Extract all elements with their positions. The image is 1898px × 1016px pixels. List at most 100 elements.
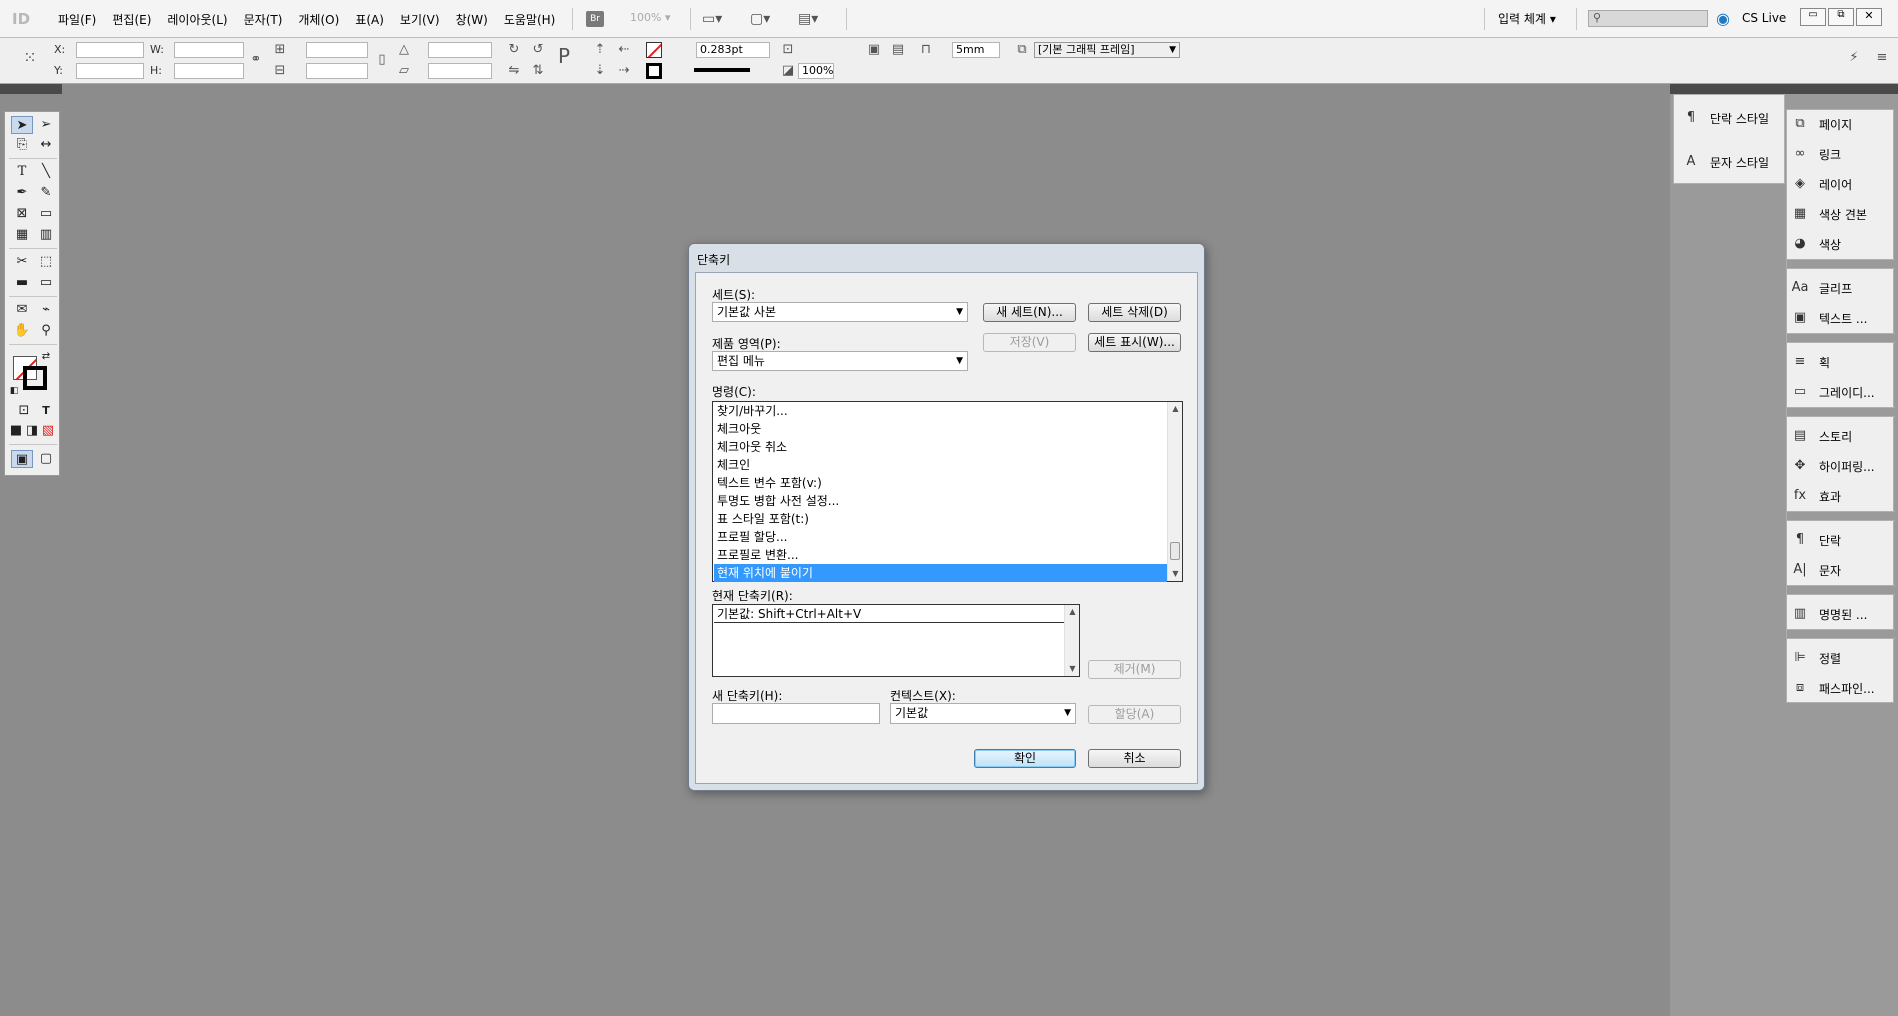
- save-button[interactable]: 저장(V): [983, 333, 1076, 352]
- panel-tab-glyphs[interactable]: Aa 글리프: [1791, 277, 1895, 299]
- scale-x-field[interactable]: [306, 42, 368, 58]
- command-row[interactable]: 프로필 할당...: [714, 528, 1167, 546]
- command-row[interactable]: 표 스타일 포함(t:): [714, 510, 1167, 528]
- scroll-down-icon[interactable]: ▼: [1168, 567, 1183, 581]
- scroll-down-icon[interactable]: ▼: [1065, 662, 1080, 676]
- show-set-button[interactable]: 세트 표시(W)...: [1088, 333, 1181, 352]
- select-previous-icon[interactable]: ⇠: [616, 42, 632, 58]
- zoom-tool-icon[interactable]: ⚲: [35, 322, 57, 340]
- close-icon[interactable]: ✕: [1856, 8, 1882, 26]
- scrollbar-thumb[interactable]: [1170, 542, 1180, 560]
- default-colors-icon[interactable]: ◧: [7, 382, 21, 400]
- free-transform-tool-icon[interactable]: ⬚: [35, 253, 57, 271]
- new-shortcut-input[interactable]: [712, 703, 880, 724]
- gradient-feather-tool-icon[interactable]: ▭: [35, 274, 57, 292]
- scissors-tool-icon[interactable]: ✂: [11, 253, 33, 271]
- swap-colors-icon[interactable]: ⇄: [39, 348, 53, 366]
- y-field[interactable]: [76, 63, 144, 79]
- scale-y-field[interactable]: [306, 63, 368, 79]
- menu-item[interactable]: 문자(T): [236, 11, 291, 28]
- formatting-text-icon[interactable]: T: [35, 402, 57, 420]
- bridge-button[interactable]: Br: [586, 11, 604, 27]
- panel-tab-gradient[interactable]: ▭ 그레이디...: [1791, 381, 1895, 403]
- scroll-up-icon[interactable]: ▲: [1065, 605, 1080, 619]
- constrain-scale-icon[interactable]: ▯: [374, 52, 390, 68]
- text-wrap-none-icon[interactable]: ▣: [866, 42, 882, 58]
- panel-tab-color[interactable]: ◕ 색상: [1791, 233, 1895, 255]
- panel-menu-icon[interactable]: ≡: [1874, 50, 1890, 66]
- preview-mode-icon[interactable]: ▢: [35, 450, 57, 468]
- context-select[interactable]: 기본값 ▼: [890, 703, 1076, 724]
- command-row[interactable]: 체크아웃 취소: [714, 438, 1167, 456]
- rotate-field[interactable]: [428, 42, 492, 58]
- search-input[interactable]: ⚲: [1588, 10, 1708, 27]
- menu-item[interactable]: 도움말(H): [496, 11, 564, 28]
- panel-tab-swatches[interactable]: ▦ 색상 견본: [1791, 203, 1895, 225]
- formatting-container-icon[interactable]: ⊡: [13, 402, 35, 420]
- line-tool-icon[interactable]: ╲: [35, 163, 57, 181]
- gap-field[interactable]: 5mm: [952, 42, 1000, 58]
- panel-tab-character[interactable]: A| 문자: [1791, 559, 1895, 581]
- gradient-swatch-tool-icon[interactable]: ▬: [11, 274, 33, 292]
- object-style-select[interactable]: [기본 그래픽 프레임] ▼: [1034, 42, 1180, 58]
- product-area-select[interactable]: 편집 메뉴 ▼: [712, 351, 968, 371]
- commands-scrollbar[interactable]: ▲ ▼: [1167, 402, 1182, 581]
- apply-color-icon[interactable]: ■: [9, 422, 23, 440]
- x-field[interactable]: [76, 42, 144, 58]
- command-row[interactable]: 체크인: [714, 456, 1167, 474]
- toolbar-collapse-strip[interactable]: [0, 84, 62, 94]
- normal-view-icon[interactable]: ▣: [11, 450, 33, 468]
- menu-item[interactable]: 보기(V): [392, 11, 448, 28]
- menu-item[interactable]: 레이아웃(L): [159, 11, 235, 28]
- constrain-proportions-icon[interactable]: ⚭: [248, 52, 264, 68]
- stroke-swatch[interactable]: [646, 63, 662, 79]
- panel-tab-links[interactable]: ∞ 링크: [1791, 143, 1895, 165]
- assign-button[interactable]: 할당(A): [1088, 705, 1181, 724]
- note-tool-icon[interactable]: ✉: [11, 301, 33, 319]
- flip-h-icon[interactable]: ⇋: [506, 63, 522, 79]
- type-tool-icon[interactable]: T: [11, 163, 33, 181]
- height-field[interactable]: [174, 63, 244, 79]
- shear-field[interactable]: [428, 63, 492, 79]
- rectangle-frame-tool-icon[interactable]: ⊠: [11, 205, 33, 223]
- stroke-weight-field[interactable]: 0.283pt: [696, 42, 770, 58]
- panel-tab-character-style[interactable]: A 문자 스타일: [1682, 151, 1786, 173]
- panel-tab-hyperlinks[interactable]: ✥ 하이퍼링...: [1791, 455, 1895, 477]
- selection-tool-icon[interactable]: ➤: [11, 116, 33, 134]
- command-row[interactable]: 프로필로 변환...: [714, 546, 1167, 564]
- command-row[interactable]: 현재 위치에 붙이기: [714, 564, 1167, 582]
- opacity-field[interactable]: 100%: [798, 63, 834, 79]
- panel-tab-stroke[interactable]: ≡ 획: [1791, 351, 1895, 373]
- width-field[interactable]: [174, 42, 244, 58]
- panel-tab-align[interactable]: ⊫ 정렬: [1791, 647, 1895, 669]
- panel-tab-pathfinder[interactable]: ⧈ 패스파인...: [1791, 677, 1895, 699]
- cs-live-button[interactable]: CS Live: [1742, 11, 1786, 25]
- menu-item[interactable]: 편집(E): [104, 11, 159, 28]
- select-content-icon[interactable]: ⇣: [592, 63, 608, 79]
- new-set-button[interactable]: 새 세트(N)...: [983, 303, 1076, 322]
- minimize-icon[interactable]: ▭: [1800, 8, 1826, 26]
- flip-v-icon[interactable]: ⇅: [530, 63, 546, 79]
- direct-selection-tool-icon[interactable]: ➢: [35, 116, 57, 134]
- select-next-icon[interactable]: ⇢: [616, 63, 632, 79]
- panel-tab-pages[interactable]: ⧉ 페이지: [1791, 113, 1895, 135]
- quick-apply-icon[interactable]: ⚡: [1846, 50, 1862, 66]
- eyedropper-tool-icon[interactable]: ⌁: [35, 301, 57, 319]
- scroll-up-icon[interactable]: ▲: [1168, 402, 1183, 416]
- table-tool-icon[interactable]: ▦: [11, 226, 33, 244]
- gap-tool-icon[interactable]: ↔: [35, 136, 57, 154]
- apply-none-icon[interactable]: ▧: [41, 422, 55, 440]
- cancel-button[interactable]: 취소: [1088, 749, 1181, 768]
- panel-tab-effects[interactable]: fx 효과: [1791, 485, 1895, 507]
- panel-tab-layers[interactable]: ◈ 레이어: [1791, 173, 1895, 195]
- restore-icon[interactable]: ⧉: [1828, 8, 1854, 26]
- page-tool-icon[interactable]: ⎘: [11, 136, 33, 154]
- text-wrap-box-icon[interactable]: ▤: [890, 42, 906, 58]
- arrange-documents-icon[interactable]: ▤▾: [798, 11, 818, 27]
- fill-swatch[interactable]: [646, 42, 662, 58]
- shortcuts-scrollbar[interactable]: ▲ ▼: [1064, 605, 1079, 676]
- shortcut-row[interactable]: 기본값: Shift+Ctrl+Alt+V: [714, 605, 1064, 623]
- pen-tool-icon[interactable]: ✒: [11, 184, 33, 202]
- grid-tool-icon[interactable]: ▥: [35, 226, 57, 244]
- set-select[interactable]: 기본값 사본 ▼: [712, 302, 968, 322]
